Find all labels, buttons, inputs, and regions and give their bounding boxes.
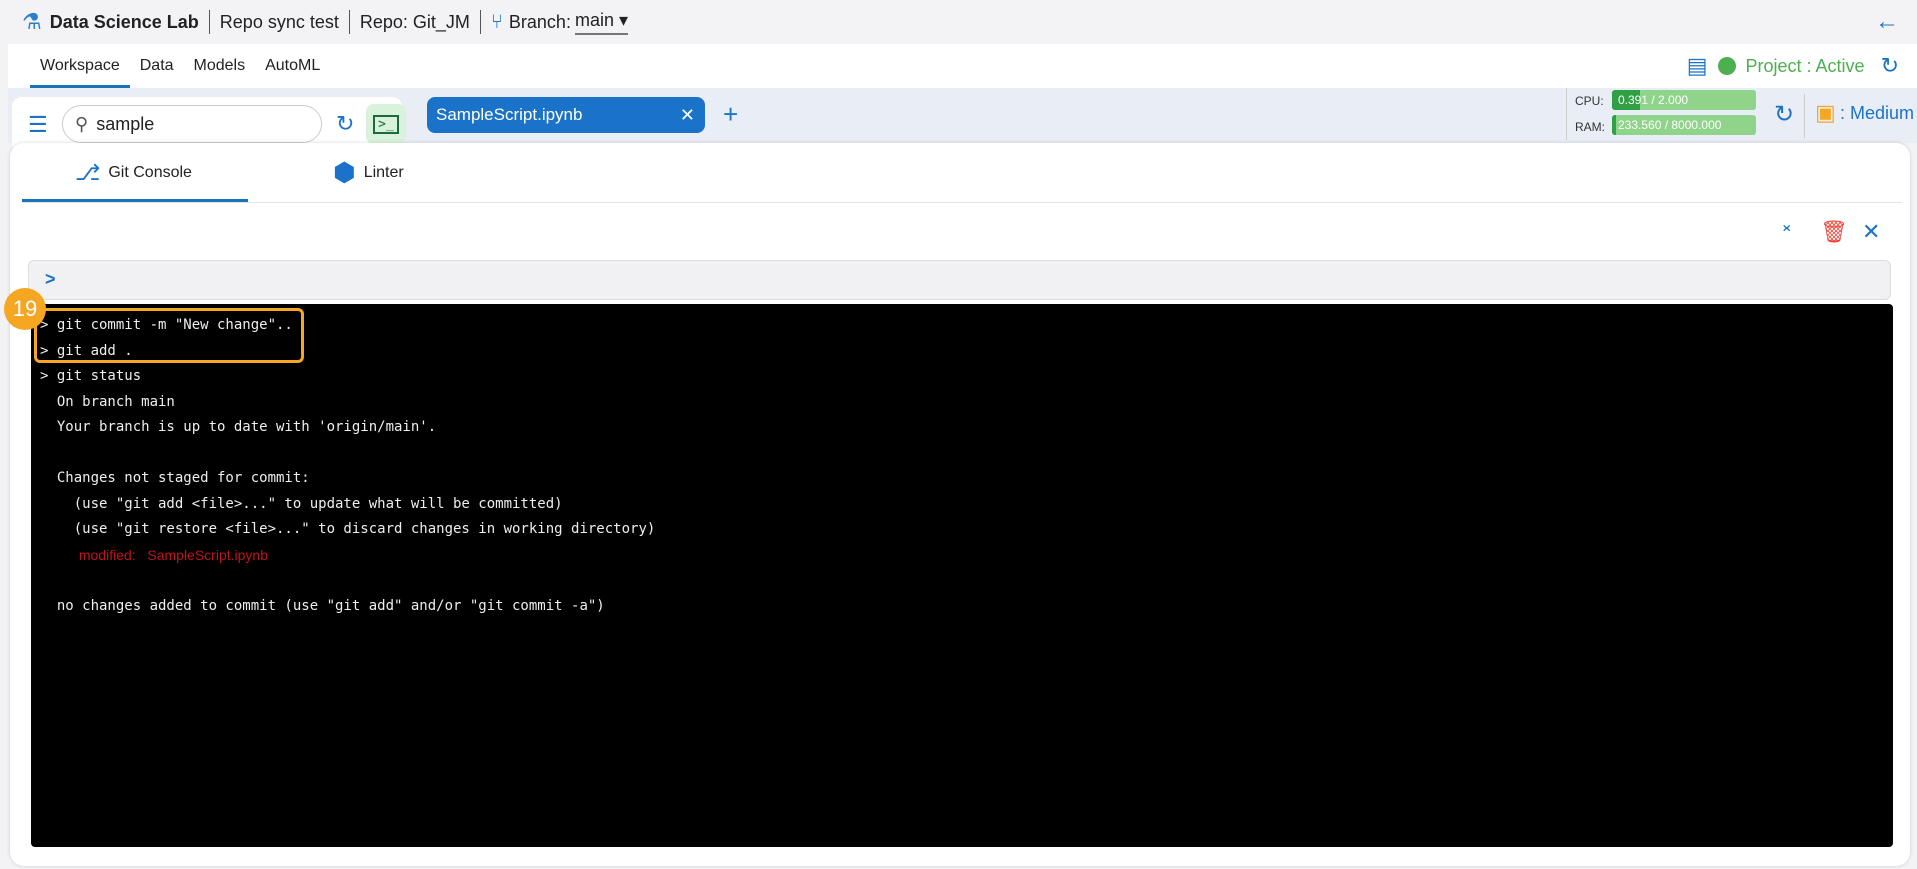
flask-logo-icon: ⚗ xyxy=(22,9,42,34)
git-console-output: > git commit -m "New change".. > git add … xyxy=(31,304,1893,847)
main-nav: Workspace Data Models AutoML xyxy=(8,44,1917,88)
branch-label: Branch: xyxy=(508,11,571,32)
ram-label: RAM: xyxy=(1575,120,1605,134)
branch-value: main xyxy=(574,9,614,30)
close-panel-icon[interactable]: ✕ xyxy=(1862,219,1880,245)
menu-icon[interactable]: ☰ xyxy=(28,112,48,138)
refresh-icon[interactable]: ↻ xyxy=(1881,53,1899,79)
refresh-files-icon[interactable]: ↻ xyxy=(336,111,354,137)
tab-git-console-label: Git Console xyxy=(108,163,192,181)
app-title: Data Science Lab xyxy=(49,11,199,32)
tab-data[interactable]: Data xyxy=(130,44,184,88)
tab-models[interactable]: Models xyxy=(184,44,256,88)
close-tab-icon[interactable]: ✕ xyxy=(680,105,695,126)
terminal-output-line: (use "git restore <file>..." to discard … xyxy=(40,521,656,537)
tab-automl[interactable]: AutoML xyxy=(255,44,330,88)
ram-value: 233.560 / 8000.000 xyxy=(1618,118,1722,132)
cpu-value: 0.391 / 2.000 xyxy=(1618,93,1689,107)
repo-name: Repo: Git_JM xyxy=(359,11,470,32)
tab-workspace[interactable]: Workspace xyxy=(30,44,130,88)
file-tab-samplescript[interactable]: SampleScript.ipynb ✕ xyxy=(427,97,705,133)
resource-usage: CPU: 0.391 / 2.000 RAM: 233.560 / 8000.0… xyxy=(1566,88,1756,140)
terminal-output-line: no changes added to commit (use "git add… xyxy=(40,597,605,614)
terminal-output-line: On branch main xyxy=(40,393,175,410)
tab-linter-label: Linter xyxy=(363,163,404,181)
tab-git-console[interactable]: ⎇ Git Console xyxy=(75,143,192,202)
refresh-resources-icon[interactable]: ↻ xyxy=(1774,100,1794,129)
delete-icon[interactable]: 🗑 xyxy=(1820,219,1848,245)
terminal-output-line: Changes not staged for commit: xyxy=(40,470,310,486)
prompt-chevron-icon: > xyxy=(45,269,56,289)
project-status: Project : Active xyxy=(1745,55,1865,76)
project-status-area: ▤ Project : Active ↻ xyxy=(1687,44,1899,88)
git-icon: ⎇ xyxy=(75,159,101,185)
add-tab-icon[interactable]: + xyxy=(723,99,738,130)
back-arrow-icon[interactable]: ← xyxy=(1875,8,1899,36)
top-bar: ⚗ Data Science Lab Repo sync test Repo: … xyxy=(0,0,1917,44)
annotation-step-badge: 19 xyxy=(4,288,46,330)
terminal-output-line: (use "git add <file>..." to update what … xyxy=(40,495,563,512)
status-dot-icon xyxy=(1717,57,1736,75)
search-value: sample xyxy=(96,113,155,134)
branch-dropdown[interactable]: main ▾ xyxy=(574,9,629,35)
git-branch-icon: ⑂ xyxy=(490,10,503,33)
cpu-bar: 0.391 / 2.000 xyxy=(1612,90,1756,110)
chip-icon: ▣ xyxy=(1815,100,1836,125)
linter-icon: ⬢ xyxy=(333,157,356,187)
tab-linter[interactable]: ⬢ Linter xyxy=(333,143,404,202)
resource-size[interactable]: : Medium xyxy=(1840,103,1914,124)
file-tab-label: SampleScript.ipynb xyxy=(436,105,583,124)
terminal-output-line: modified: SampleScript.ipynb xyxy=(40,546,268,563)
annotation-highlight-box xyxy=(34,308,304,363)
search-icon: ⚲ xyxy=(75,113,89,134)
collapse-icon[interactable]: ⌄ ⌃ xyxy=(1780,217,1793,243)
ram-bar: 233.560 / 8000.000 xyxy=(1612,115,1756,135)
git-command-input[interactable]: > xyxy=(28,260,1891,300)
terminal-output-line: Your branch is up to date with 'origin/m… xyxy=(40,419,437,435)
terminal-command-line: > git status xyxy=(40,368,142,384)
project-name: Repo sync test xyxy=(219,11,339,32)
docs-icon[interactable]: ▤ xyxy=(1687,53,1708,79)
cpu-label: CPU: xyxy=(1575,94,1604,108)
terminal-icon[interactable]: >_ xyxy=(366,104,406,144)
search-input[interactable]: ⚲ sample xyxy=(62,105,322,143)
